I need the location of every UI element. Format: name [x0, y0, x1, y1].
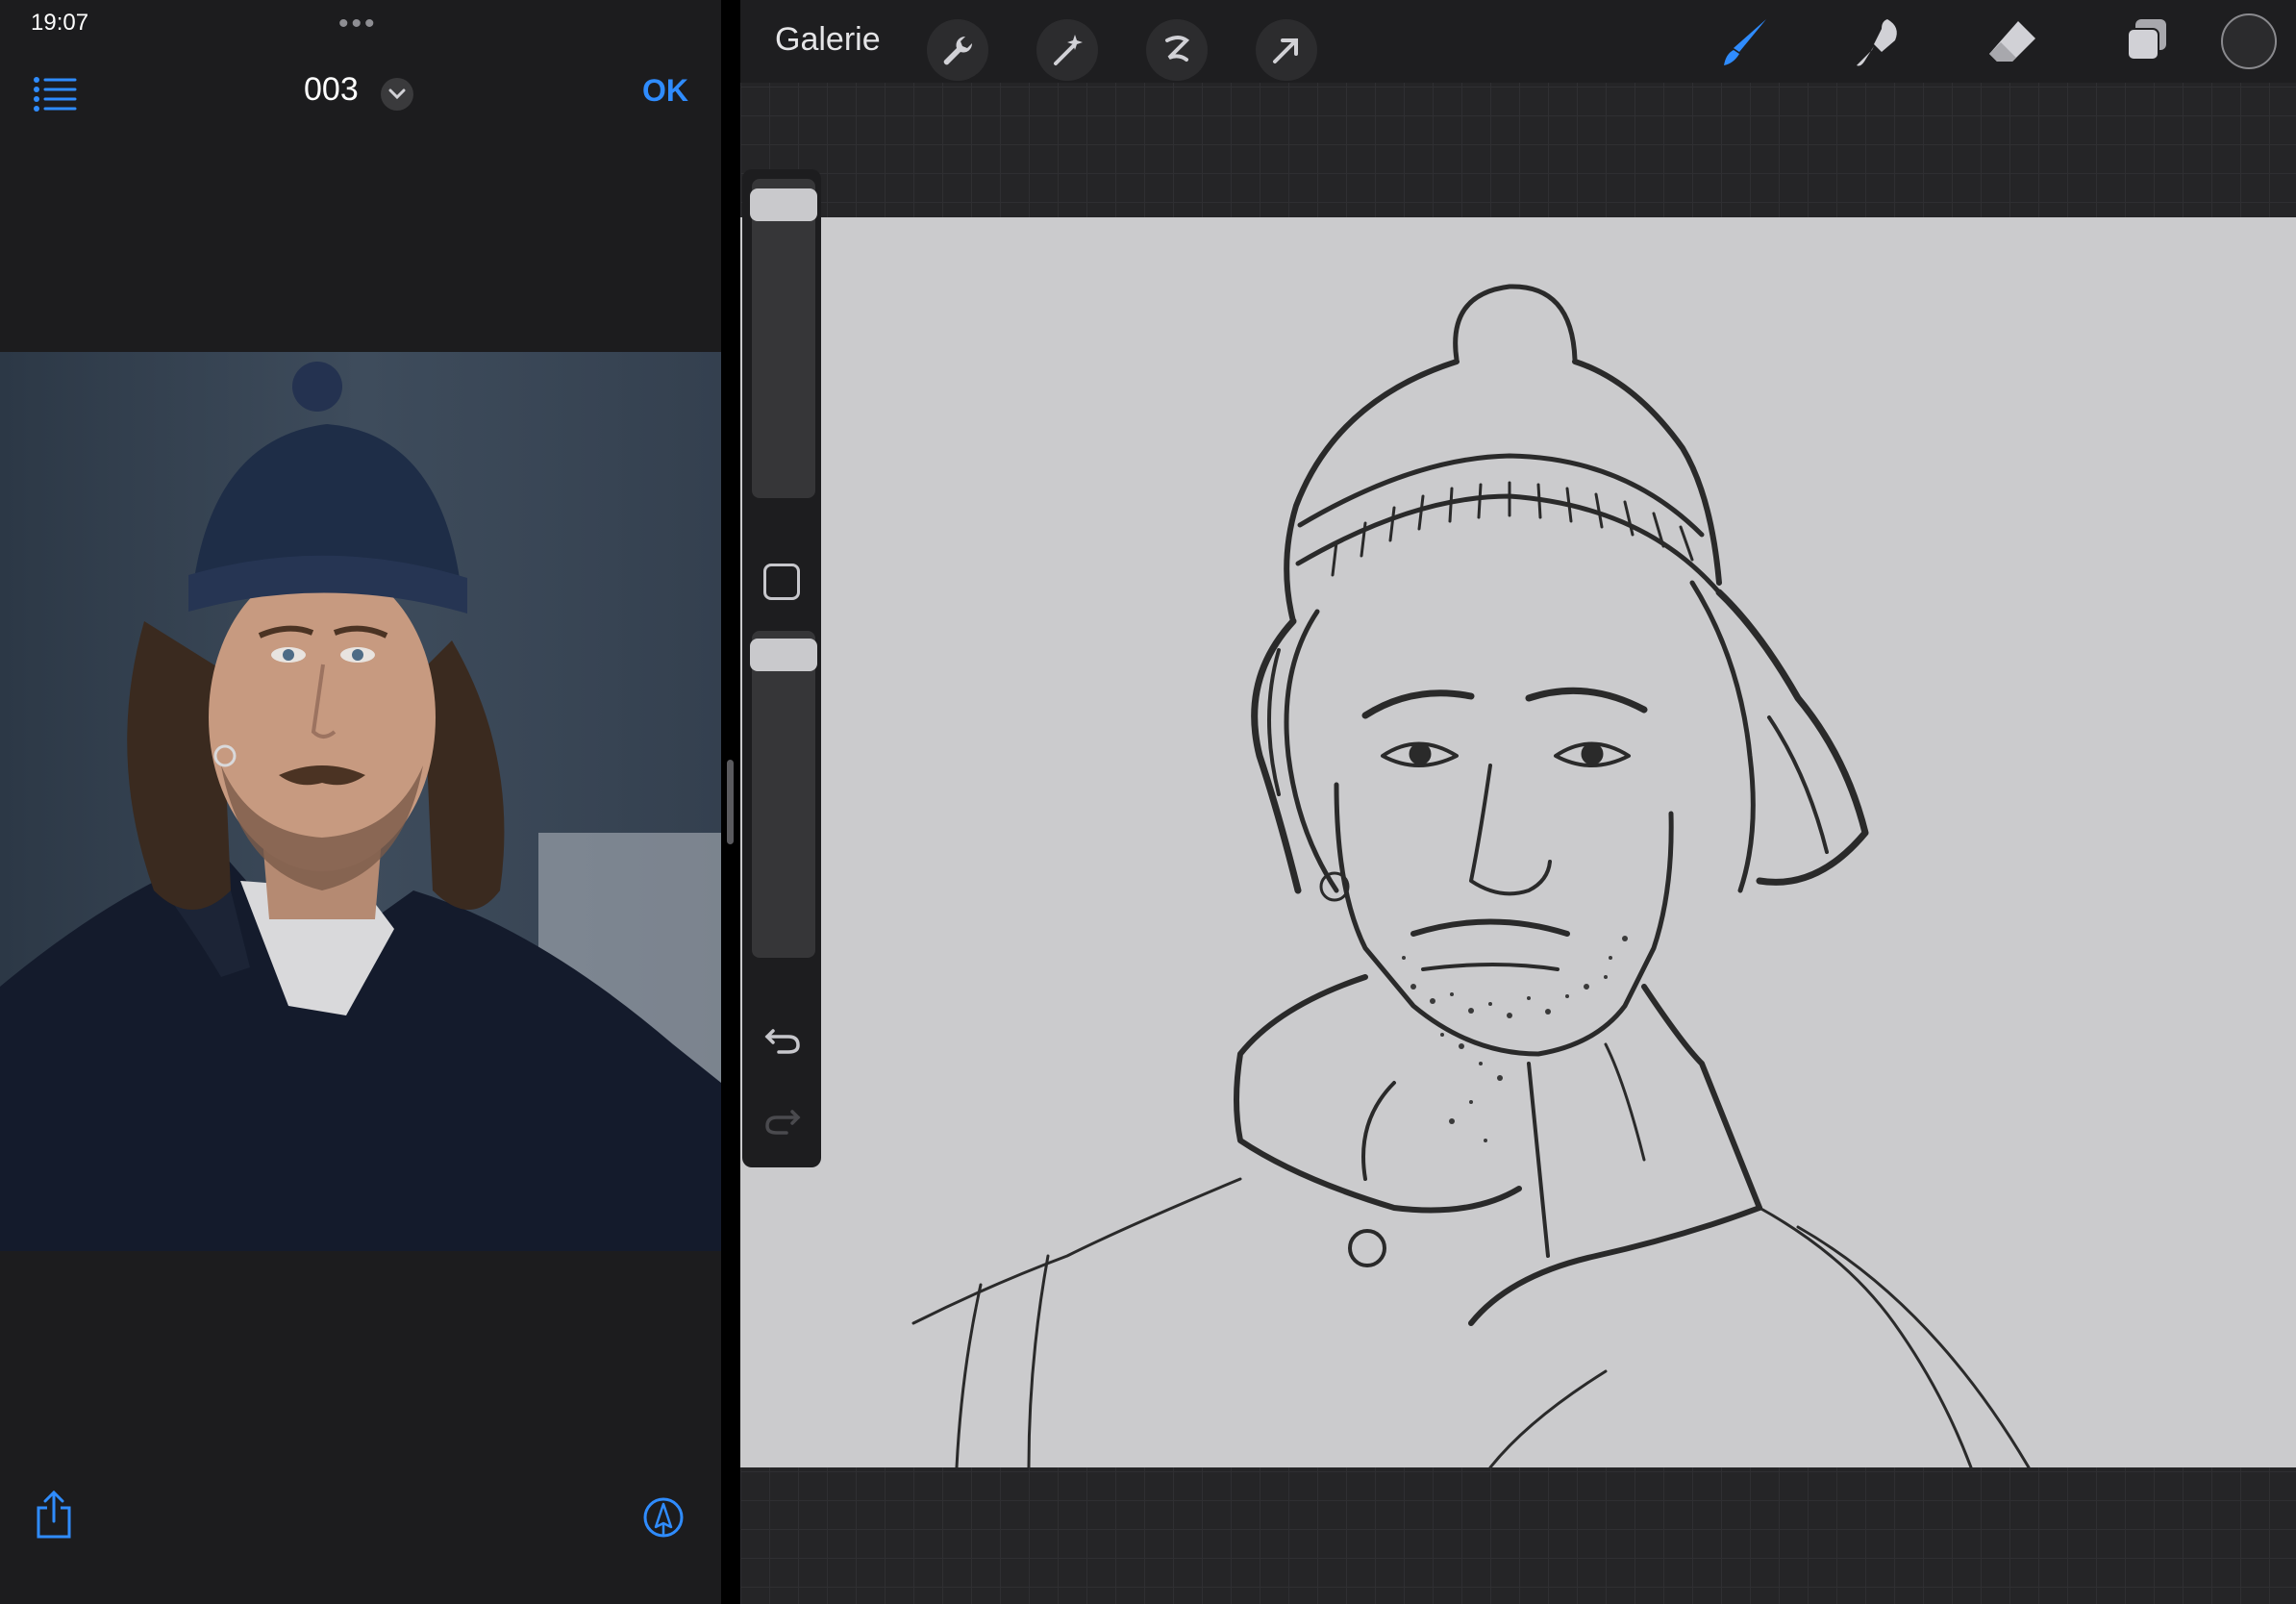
multitasking-dots-icon[interactable]: ••• — [338, 8, 378, 40]
document-title: 003 — [304, 71, 359, 108]
wrench-icon[interactable] — [927, 19, 988, 81]
magic-wand-icon[interactable] — [1036, 19, 1098, 81]
transform-arrow-icon[interactable] — [1256, 19, 1317, 81]
brush-size-slider[interactable] — [752, 179, 815, 498]
brush-sidebar — [742, 169, 821, 1167]
list-icon[interactable] — [33, 75, 79, 113]
redo-icon[interactable] — [761, 1098, 804, 1140]
eraser-icon[interactable] — [1979, 12, 2046, 73]
opacity-slider[interactable] — [752, 631, 815, 958]
brush-icon[interactable] — [1711, 12, 1779, 73]
smudge-icon[interactable] — [1844, 12, 1911, 73]
color-picker[interactable] — [2221, 13, 2277, 69]
status-time: 19:07 — [31, 10, 89, 36]
reference-photo — [0, 352, 721, 1251]
procreate-pane: Galerie — [740, 0, 2296, 1604]
opacity-knob[interactable] — [750, 639, 817, 671]
markup-icon[interactable] — [642, 1496, 685, 1539]
files-preview-pane: 19:07 ••• 003 OK — [0, 0, 721, 1604]
chevron-down-icon[interactable] — [381, 78, 413, 111]
brush-size-knob[interactable] — [750, 188, 817, 221]
modify-button[interactable] — [763, 564, 800, 600]
gallery-button[interactable]: Galerie — [775, 21, 881, 59]
layers-icon[interactable] — [2113, 12, 2181, 73]
undo-icon[interactable] — [761, 1017, 804, 1060]
share-icon[interactable] — [35, 1490, 73, 1541]
split-view-handle[interactable] — [727, 760, 734, 844]
top-toolbar: Galerie — [740, 0, 2296, 83]
done-button[interactable]: OK — [642, 73, 688, 109]
selection-icon[interactable] — [1146, 19, 1208, 81]
drawing-canvas[interactable] — [740, 217, 2296, 1467]
